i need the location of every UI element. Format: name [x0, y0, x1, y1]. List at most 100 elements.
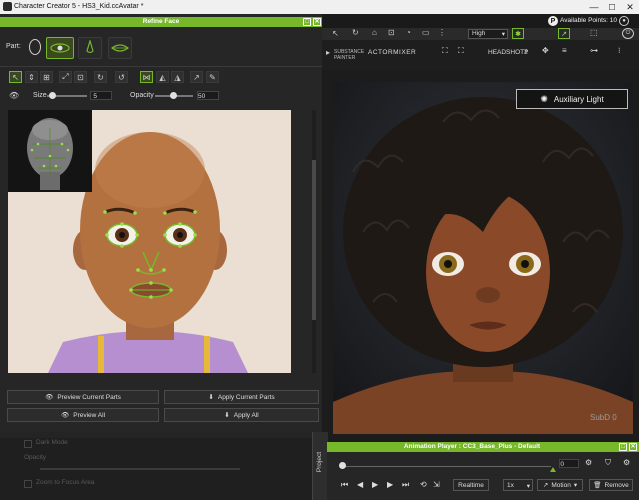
zoom-fit-icon[interactable]: ⊡ — [388, 28, 395, 37]
eyes-icon — [50, 43, 70, 53]
graph-icon[interactable]: ↗ — [558, 28, 570, 39]
fit-tool-button[interactable]: ⊡ — [74, 71, 87, 83]
panel-title: Refine Face — [142, 18, 180, 25]
settings-icon[interactable]: ⚙ — [585, 458, 592, 467]
sun-icon: ✺ — [540, 93, 548, 104]
toolbar-row-1: ↖ ↻ ⌂ ⊡ ◔ ▭ ⋮ High ▾ ✱ ↗ ⬚ ⏻ — [322, 28, 639, 40]
opacity-label: Opacity — [130, 92, 154, 99]
visibility-eye-icon[interactable]: 👁 — [9, 91, 19, 100]
expand-arrow-icon[interactable]: ▸ — [326, 48, 330, 57]
brush-tool-button[interactable]: ✎ — [206, 71, 219, 83]
project-side-tab[interactable]: Project — [312, 432, 328, 500]
timeline-icon[interactable]: ⊶ — [590, 46, 598, 55]
select-tool-button[interactable]: ↖ — [9, 71, 22, 83]
move-tool-button[interactable]: ⇕ — [25, 71, 38, 83]
timeline-track[interactable] — [341, 466, 551, 467]
face-region-minimap[interactable] — [8, 110, 92, 192]
divider — [0, 66, 322, 67]
frame-input[interactable]: 0 — [559, 459, 579, 468]
nose-icon — [86, 40, 94, 54]
more-tools-icon[interactable]: » — [524, 46, 528, 55]
reset-tool-button[interactable]: ↺ — [115, 71, 128, 83]
close-button[interactable]: ✕ — [621, 1, 639, 13]
preview-scrollbar-thumb[interactable] — [312, 160, 316, 320]
more-icon[interactable]: ⁝ — [618, 46, 621, 55]
range-button[interactable]: ⇲ — [433, 480, 440, 489]
size-value-input[interactable]: 5 — [90, 91, 112, 100]
part-mouth[interactable] — [108, 37, 132, 59]
quality-dropdown[interactable]: High ▾ — [468, 29, 508, 39]
headshot2-button[interactable]: HEADSHOT2 — [488, 49, 528, 56]
gear-icon[interactable]: ⚙ — [623, 458, 630, 467]
part-eyes[interactable] — [46, 37, 74, 59]
preview-all-button[interactable]: 👁 Preview All — [7, 408, 159, 422]
move-gizmo-icon[interactable]: ✥ — [542, 46, 549, 55]
eye-icon: 👁 — [45, 394, 54, 401]
anim-float-button[interactable]: □ — [619, 443, 627, 451]
minimize-button[interactable]: — — [585, 1, 603, 13]
actormixer-button[interactable]: ACTORMIXER — [368, 49, 416, 56]
frame-icon[interactable]: ▭ — [422, 28, 430, 37]
animation-player-title: Animation Player : CC3_Base_Plus - Defau… — [403, 443, 541, 450]
timeline-end-marker[interactable] — [550, 467, 556, 472]
zoom-focus-checkbox[interactable] — [24, 480, 32, 488]
power-icon[interactable]: ⏻ — [622, 28, 634, 39]
mirror-right-button[interactable]: ◮ — [171, 71, 184, 83]
pin-tool-button[interactable]: ↗ — [190, 71, 203, 83]
pointer-icon[interactable]: ↖ — [332, 29, 339, 38]
part-nose[interactable] — [78, 37, 102, 59]
faded-slider[interactable] — [40, 468, 240, 470]
next-frame-button[interactable]: ▶ — [387, 480, 393, 489]
go-start-button[interactable]: ⏮ — [341, 480, 348, 490]
size-slider-knob[interactable] — [49, 92, 56, 99]
prev-frame-button[interactable]: ◀ — [357, 480, 363, 489]
substance-painter-button[interactable]: SUBSTANCE PAINTER — [334, 49, 364, 61]
rotate-icon[interactable]: ↻ — [352, 28, 359, 37]
expand-tool-button[interactable]: ⤢ — [59, 71, 72, 83]
animation-player-body: 0 ⚙ ⛉ ⚙ ⏮ ◀ ▶ ▶ ⏭ ⟲ ⇲ Realtime 1x ▾ ↗ Moti… — [327, 452, 639, 500]
opacity-slider-knob[interactable] — [170, 92, 177, 99]
apply-all-button[interactable]: ⬇ Apply All — [164, 408, 319, 422]
motion-dropdown[interactable]: ↗ Motion ▾ — [537, 479, 583, 491]
3d-viewport[interactable] — [333, 82, 633, 434]
paint-icon[interactable]: ⛉ — [605, 458, 611, 468]
project-tab-label: Project — [316, 452, 323, 473]
mouth-icon — [111, 44, 129, 52]
grid-icon[interactable]: ⋮ — [438, 28, 446, 37]
camera-icon[interactable]: ◔ — [406, 28, 411, 37]
timeline-playhead[interactable] — [339, 462, 346, 469]
anim-close-button[interactable]: ✕ — [629, 443, 637, 451]
play-button[interactable]: ▶ — [372, 480, 378, 489]
mirror-left-button[interactable]: ◭ — [156, 71, 169, 83]
light-toggle-icon[interactable]: ✱ — [512, 28, 524, 39]
close-panel-button[interactable]: ✕ — [313, 18, 321, 26]
points-icon: P — [548, 16, 558, 26]
symmetry-tool-button[interactable]: ⋈ — [140, 71, 153, 83]
home-icon[interactable]: ⌂ — [372, 28, 377, 37]
preview-current-parts-button[interactable]: 👁 Preview Current Parts — [7, 390, 159, 404]
tool-a-icon[interactable]: ⛶ — [442, 46, 454, 58]
eye-icon: 👁 — [60, 412, 70, 419]
scale-tool-button[interactable]: ⊞ — [40, 71, 53, 83]
tool-b-icon[interactable]: ⛶ — [458, 46, 464, 56]
float-panel-button[interactable]: □ — [303, 18, 311, 26]
account-icon[interactable]: ● — [619, 16, 629, 26]
realtime-button[interactable]: Realtime — [453, 479, 489, 491]
export-icon[interactable]: ⬚ — [590, 28, 598, 37]
speed-dropdown[interactable]: 1x ▾ — [503, 479, 533, 491]
go-end-button[interactable]: ⏭ — [402, 480, 409, 490]
loop-button[interactable]: ⟲ — [420, 480, 427, 489]
apply-current-parts-button[interactable]: ⬇ Apply Current Parts — [164, 390, 319, 404]
remove-button[interactable]: 🗑 Remove — [589, 479, 633, 491]
dark-mode-checkbox[interactable] — [24, 440, 32, 448]
app-logo-icon — [3, 2, 12, 11]
align-icon[interactable]: ≡ — [562, 46, 567, 55]
toolbar-row-2: ▸ SUBSTANCE PAINTER ACTORMIXER ⛶ ⛶ HEADS… — [322, 40, 639, 70]
auxiliary-light-button[interactable]: ✺ Auxiliary Light — [516, 89, 628, 109]
maximize-button[interactable]: ☐ — [603, 1, 621, 13]
part-face-outline[interactable] — [24, 37, 46, 57]
rotate-tool-button[interactable]: ↻ — [94, 71, 107, 83]
opacity-value-input[interactable]: 50 — [197, 91, 219, 100]
zoom-focus-label: Zoom to Focus Area — [36, 479, 95, 486]
window-title: Character Creator 5 - HS3_Kid.ccAvatar * — [14, 3, 144, 10]
